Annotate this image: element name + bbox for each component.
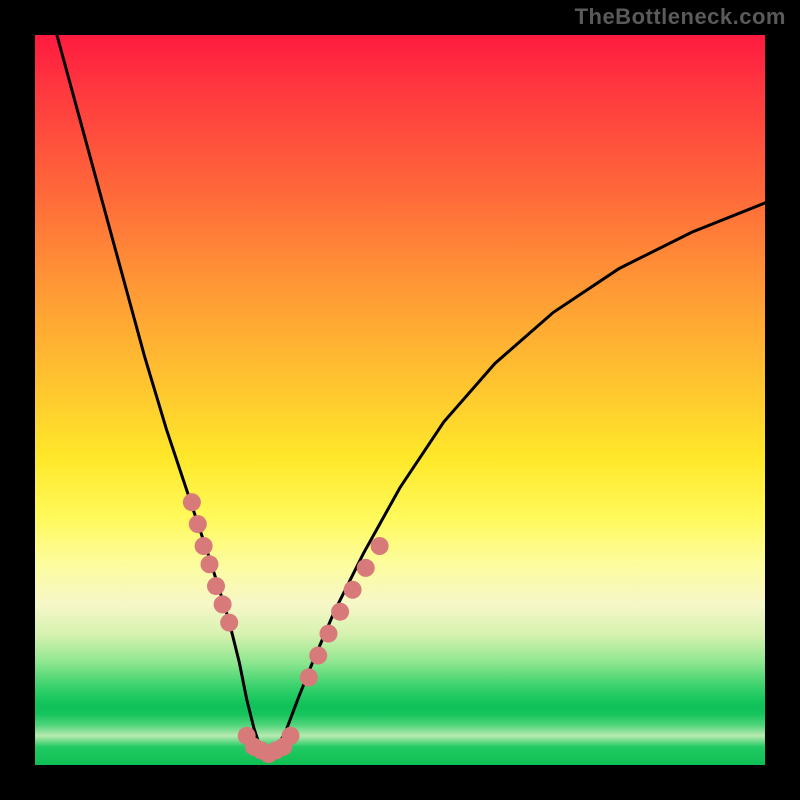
highlight-dot — [300, 668, 318, 686]
highlight-markers — [183, 493, 389, 763]
highlight-dot — [183, 493, 201, 511]
highlight-dot — [309, 647, 327, 665]
highlight-dot — [189, 515, 207, 533]
highlight-dot — [201, 555, 219, 573]
highlight-dot — [214, 595, 232, 613]
highlight-dot — [371, 537, 389, 555]
highlight-dot — [195, 537, 213, 555]
curve-svg — [35, 35, 765, 765]
highlight-dot — [220, 614, 238, 632]
watermark-text: TheBottleneck.com — [575, 4, 786, 30]
highlight-dot — [331, 603, 349, 621]
highlight-dot — [357, 559, 375, 577]
chart-frame: TheBottleneck.com — [0, 0, 800, 800]
highlight-dot — [344, 581, 362, 599]
highlight-dot — [282, 727, 300, 745]
highlight-dot — [207, 577, 225, 595]
bottleneck-curve-path — [57, 35, 765, 758]
highlight-dot — [320, 625, 338, 643]
